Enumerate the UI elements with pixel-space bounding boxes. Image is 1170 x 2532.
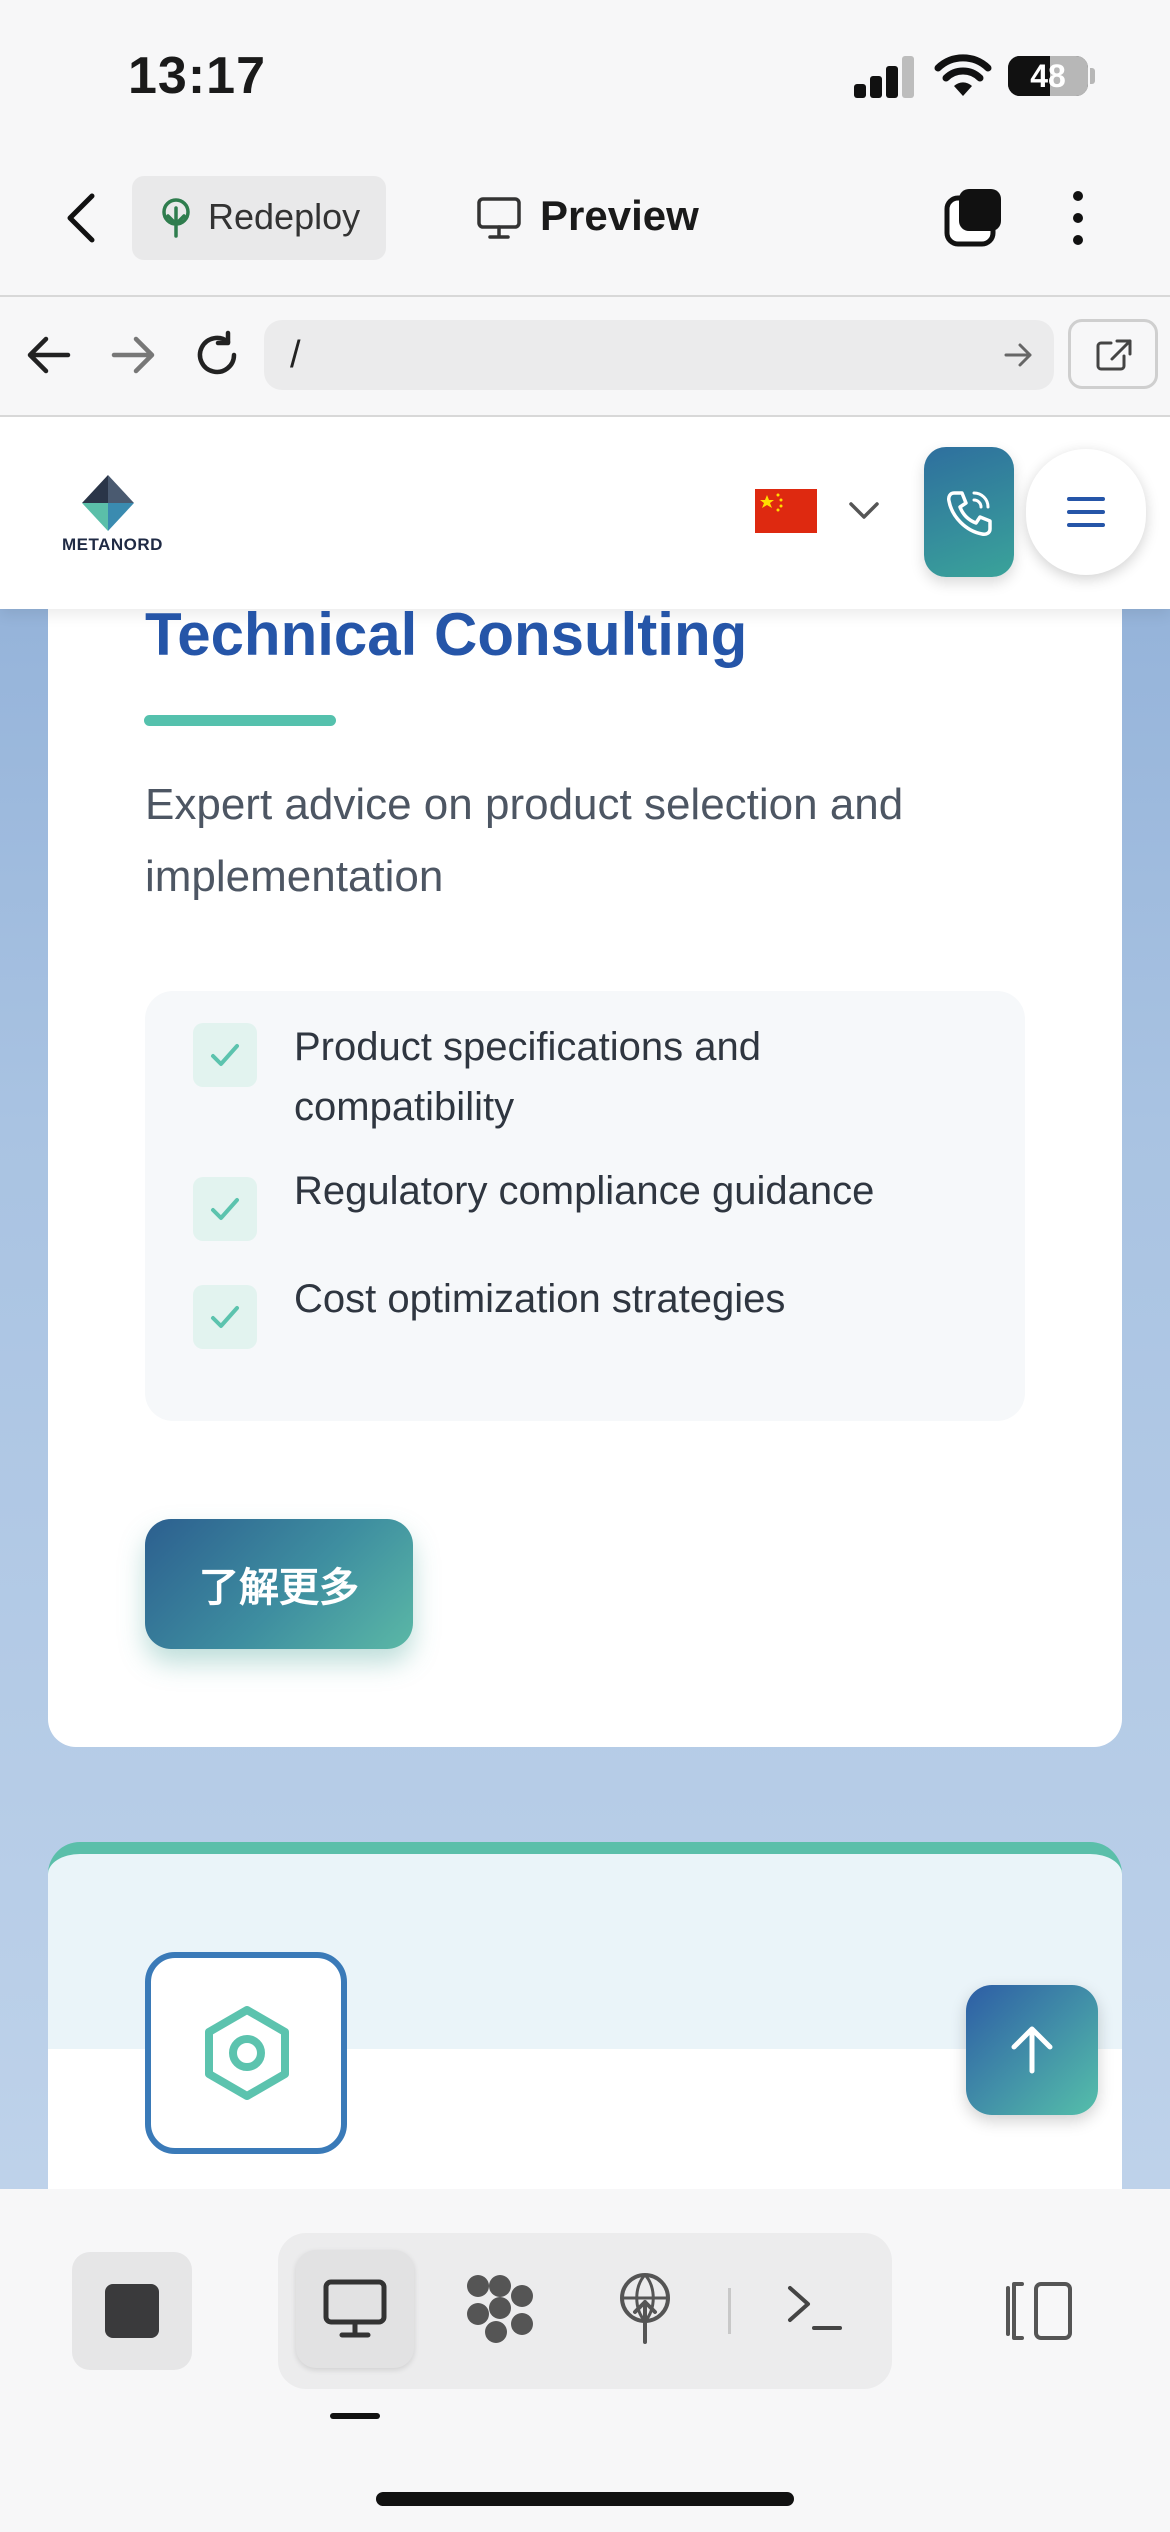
- back-arrow-icon[interactable]: [24, 334, 72, 376]
- open-external-button[interactable]: [1068, 319, 1158, 389]
- card-title: Technical Consulting: [145, 601, 748, 668]
- forward-arrow-icon[interactable]: [110, 334, 158, 376]
- url-text: /: [290, 334, 301, 376]
- cellular-signal-icon: [854, 56, 916, 98]
- go-arrow-icon[interactable]: [1004, 342, 1034, 368]
- status-time: 13:17: [128, 47, 266, 105]
- feature-item: Regulatory compliance guidance: [294, 1169, 875, 1213]
- home-indicator: [376, 2492, 794, 2506]
- hexagon-nut-icon: [205, 2006, 289, 2100]
- url-input[interactable]: /: [264, 320, 1054, 390]
- arrow-up-icon: [1011, 2026, 1053, 2074]
- feature-list: Product specifications and compatibility…: [145, 991, 1025, 1421]
- redeploy-button[interactable]: Redeploy: [132, 176, 386, 260]
- split-pane-icon[interactable]: [1000, 2280, 1074, 2342]
- reload-icon[interactable]: [192, 330, 242, 380]
- title-underline: [144, 715, 336, 726]
- terminal-icon[interactable]: [786, 2282, 844, 2334]
- active-tab-indicator: [330, 2413, 380, 2419]
- menu-icon: [1067, 497, 1105, 527]
- deploy-icon[interactable]: [614, 2272, 676, 2344]
- workflow-graph-icon[interactable]: [462, 2272, 538, 2344]
- chevron-left-icon[interactable]: [62, 192, 102, 244]
- card-description: Expert advice on product selection and i…: [145, 780, 904, 901]
- tree-deploy-icon: [162, 198, 190, 238]
- toolbar-divider: [728, 2288, 731, 2334]
- wifi-icon: [934, 54, 992, 96]
- phone-button[interactable]: [924, 447, 1014, 577]
- preview-view-button[interactable]: [296, 2250, 414, 2368]
- hamburger-menu-button[interactable]: [1026, 449, 1146, 575]
- check-icon: [193, 1285, 257, 1349]
- logo-text: METANORD: [62, 535, 163, 554]
- tabs-icon[interactable]: [942, 186, 1004, 248]
- phone-icon: [947, 491, 992, 536]
- stop-button[interactable]: [72, 2252, 192, 2370]
- preview-title: Preview: [540, 192, 699, 239]
- check-icon: [193, 1023, 257, 1087]
- monitor-icon: [477, 197, 521, 239]
- service-icon-tile: [145, 1952, 347, 2154]
- feature-item: Product specifications and compatibility: [294, 1025, 761, 1129]
- battery-level: 48: [1030, 58, 1066, 94]
- learn-more-button[interactable]: 了解更多: [145, 1519, 413, 1649]
- battery-nub: [1090, 68, 1095, 84]
- scroll-to-top-button[interactable]: [966, 1985, 1098, 2115]
- metanord-logo-icon[interactable]: [80, 473, 136, 533]
- external-link-icon: [1096, 339, 1132, 371]
- monitor-icon: [323, 2279, 387, 2338]
- webpage-viewport: Expert advice on product selection and i…: [0, 417, 1170, 2189]
- redeploy-label: Redeploy: [208, 196, 361, 237]
- more-vertical-icon[interactable]: [1068, 188, 1088, 248]
- feature-item: Cost optimization strategies: [294, 1277, 786, 1321]
- stop-icon: [105, 2284, 159, 2338]
- china-flag-icon[interactable]: [755, 489, 817, 533]
- chevron-down-icon[interactable]: [848, 501, 880, 521]
- site-header: METANORD: [0, 417, 1170, 609]
- check-icon: [193, 1177, 257, 1241]
- battery-icon: 48: [1008, 56, 1088, 96]
